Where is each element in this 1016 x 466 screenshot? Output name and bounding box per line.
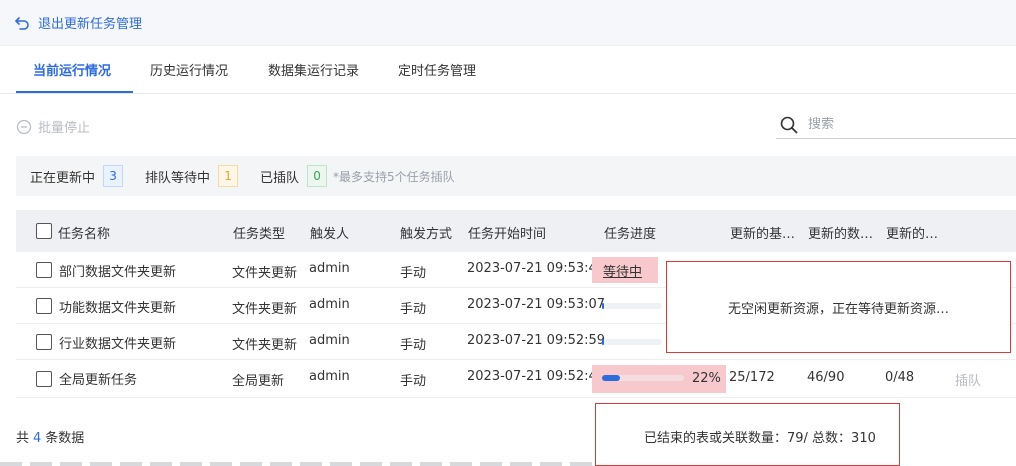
tab-history-running[interactable]: 历史运行情况 (150, 60, 228, 79)
col-trigger-mode[interactable]: 触发方式 (400, 223, 452, 242)
tab-dataset-records[interactable]: 数据集运行记录 (268, 60, 359, 79)
start-time: 2023-07-21 09:52:42 (467, 369, 606, 384)
trigger-by: admin (309, 369, 350, 384)
trigger-by: admin (309, 261, 350, 276)
tab-scheduled-tasks[interactable]: 定时任务管理 (398, 60, 476, 79)
tab-current-running[interactable]: 当前运行情况 (33, 60, 111, 79)
task-name: 部门数据文件夹更新 (59, 265, 177, 280)
minus-circle-icon (16, 119, 32, 134)
progress-bar (602, 375, 684, 381)
col-other-updated[interactable]: 更新的… (886, 223, 938, 242)
start-time: 2023-07-21 09:53:41 (467, 261, 606, 276)
exit-task-management-link[interactable]: 退出更新任务管理 (14, 13, 142, 32)
total-count: 共 4 条数据 (16, 427, 84, 446)
inserted-count-badge: 0 (307, 165, 328, 187)
top-bar: 退出更新任务管理 (0, 0, 1016, 46)
row-checkbox[interactable] (36, 371, 52, 387)
total-number: 4 (33, 431, 42, 446)
task-type: 全局更新 (232, 374, 285, 389)
progress-bar-fill (602, 375, 621, 381)
task-type: 文件夹更新 (232, 302, 298, 317)
task-name: 全局更新任务 (59, 373, 138, 388)
col-progress[interactable]: 任务进度 (604, 223, 656, 242)
total-prefix: 共 (16, 431, 30, 446)
data-updated: 46/90 (807, 370, 845, 385)
col-task-name[interactable]: 任务名称 (58, 223, 110, 242)
trigger-mode: 手动 (400, 302, 427, 317)
queued-count-badge: 1 (218, 165, 239, 187)
insert-queue-button[interactable]: 插队 (955, 370, 981, 389)
row-checkbox[interactable] (36, 262, 52, 278)
task-type: 文件夹更新 (232, 338, 298, 353)
inserted-label: 已插队 (260, 170, 300, 186)
progress-bar-fill (602, 339, 604, 345)
batch-stop-label: 批量停止 (38, 121, 91, 136)
row-checkbox[interactable] (36, 298, 52, 314)
select-all-checkbox[interactable] (36, 223, 52, 239)
col-data-updated[interactable]: 更新的数… (808, 223, 873, 242)
task-name: 功能数据文件夹更新 (59, 301, 177, 316)
completion-summary: 已结束的表或关联数量：79/ 总数：310 (595, 403, 900, 466)
tab-bar: 当前运行情况 历史运行情况 数据集运行记录 定时任务管理 (0, 46, 1016, 94)
trigger-by: admin (309, 333, 350, 348)
progress-bar (602, 303, 662, 309)
col-task-type[interactable]: 任务类型 (233, 223, 285, 242)
other-updated: 0/48 (885, 370, 915, 385)
bottom-divider (0, 462, 595, 466)
start-time: 2023-07-21 09:52:59 (467, 333, 606, 348)
row-checkbox[interactable] (36, 334, 52, 350)
back-label: 退出更新任务管理 (38, 17, 143, 32)
active-tab-indicator (16, 91, 133, 93)
updating-label: 正在更新中 (30, 170, 96, 186)
queue-limit-note: *最多支持5个任务插队 (333, 169, 455, 184)
queued-label: 排队等待中 (145, 170, 211, 186)
back-arrow-icon (15, 16, 29, 30)
trigger-mode: 手动 (400, 266, 427, 281)
task-type: 文件夹更新 (232, 266, 298, 281)
search-box (776, 111, 1016, 139)
table-row: 全局更新任务 全局更新 admin 手动 2023-07-21 09:52:42… (16, 360, 1016, 398)
col-base-updated[interactable]: 更新的基… (730, 223, 795, 242)
task-name: 行业数据文件夹更新 (59, 337, 177, 352)
updating-count-badge: 3 (103, 165, 124, 187)
summary-text: 已结束的表或关联数量：79/ 总数：310 (644, 431, 876, 446)
trigger-mode: 手动 (400, 338, 427, 353)
waiting-tooltip: 无空闲更新资源，正在等待更新资源… (666, 261, 1011, 353)
progress-bar (602, 339, 662, 345)
tooltip-text: 无空闲更新资源，正在等待更新资源… (727, 301, 949, 317)
col-start-time[interactable]: 任务开始时间 (468, 223, 546, 242)
search-icon (780, 116, 798, 133)
waiting-status-link[interactable]: 等待中 (603, 261, 642, 280)
progress-bar-fill (602, 303, 604, 309)
task-status-bar: 正在更新中 3 排队等待中 1 已插队 0 *最多支持5个任务插队 (16, 156, 1016, 196)
progress-percent: 22% (692, 371, 721, 386)
base-updated: 25/172 (729, 370, 775, 385)
start-time: 2023-07-21 09:53:07 (467, 297, 606, 312)
total-suffix: 条数据 (45, 431, 85, 446)
trigger-by: admin (309, 297, 350, 312)
trigger-mode: 手动 (400, 374, 427, 389)
batch-stop-button[interactable]: 批量停止 (16, 117, 90, 136)
table-header: 任务名称 任务类型 触发人 触发方式 任务开始时间 任务进度 更新的基… 更新的… (16, 210, 1016, 252)
col-trigger-by[interactable]: 触发人 (310, 223, 349, 242)
search-input[interactable] (808, 117, 988, 132)
